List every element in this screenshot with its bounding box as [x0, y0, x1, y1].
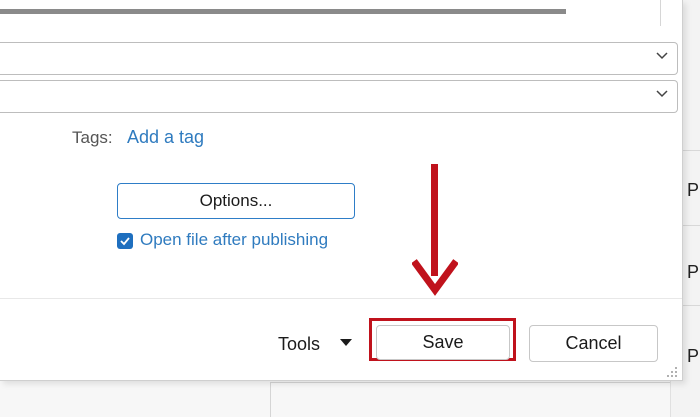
background-text: P [687, 262, 700, 282]
horizontal-scrollbar[interactable] [0, 9, 566, 14]
checkmark-icon [120, 237, 130, 246]
cancel-button[interactable]: Cancel [529, 325, 658, 362]
open-after-publishing-label[interactable]: Open file after publishing [140, 230, 328, 250]
file-name-combobox[interactable] [0, 42, 678, 75]
tools-menu[interactable]: Tools [278, 334, 320, 355]
save-as-type-combobox[interactable] [0, 80, 678, 113]
open-after-publishing-checkbox[interactable] [117, 233, 133, 249]
save-button[interactable]: Save [376, 325, 510, 360]
save-dialog: Tags: Add a tag Options... Open file aft… [0, 0, 683, 381]
resize-grip-icon[interactable] [664, 364, 678, 378]
footer-divider [0, 298, 682, 299]
down-arrow-annotation-icon [412, 164, 458, 296]
background-text: P [687, 346, 700, 366]
background-text: P [687, 180, 700, 200]
add-tag-link[interactable]: Add a tag [127, 127, 204, 148]
divider [660, 0, 661, 26]
background-divider [270, 382, 670, 383]
dialog-top-bar [0, 0, 682, 26]
chevron-down-icon[interactable] [655, 48, 669, 62]
background-divider [270, 382, 271, 417]
chevron-down-icon[interactable] [655, 86, 669, 100]
dropdown-caret-icon[interactable] [340, 339, 352, 346]
tags-label: Tags: [72, 128, 113, 147]
options-button[interactable]: Options... [117, 183, 355, 219]
